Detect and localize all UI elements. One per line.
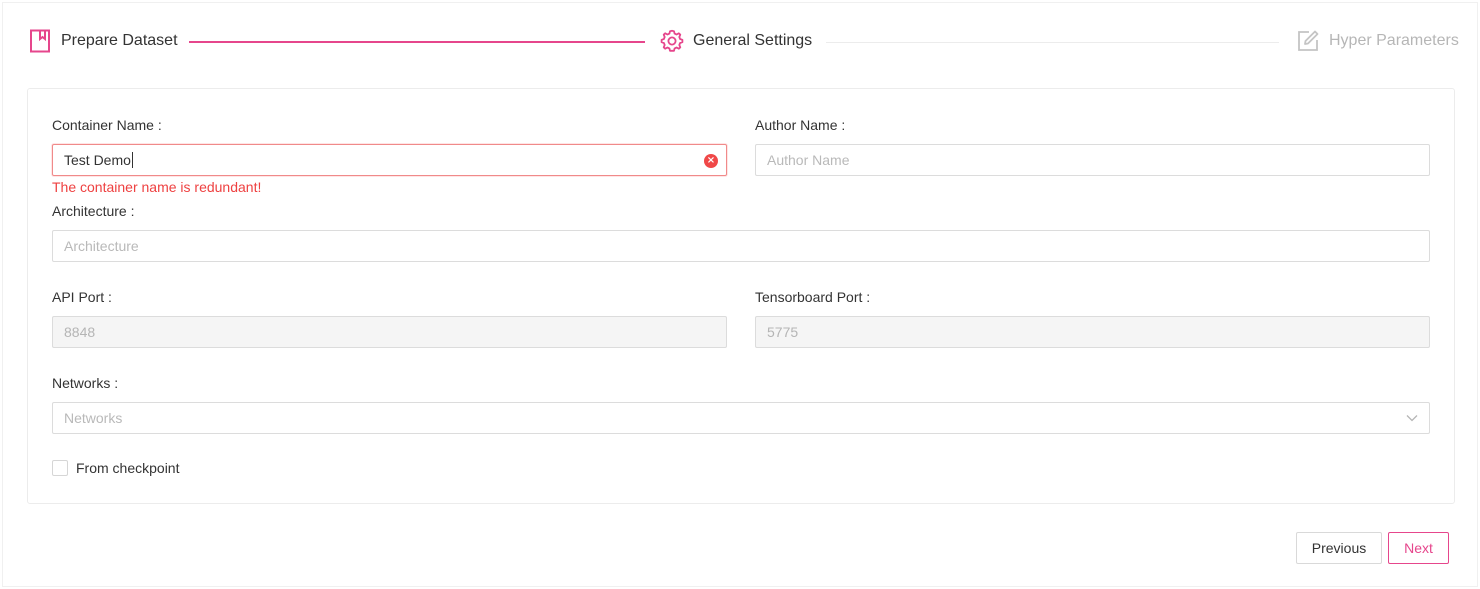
step-label: Prepare Dataset (61, 32, 178, 49)
container-name-value: Test Demo (64, 152, 131, 168)
edit-icon (1296, 29, 1320, 53)
step-general-settings[interactable]: General Settings (660, 26, 812, 56)
from-checkpoint-label: From checkpoint (76, 460, 180, 476)
architecture-label: Architecture : (52, 203, 135, 219)
bookmark-icon (28, 29, 52, 53)
tensorboard-port-value: 5775 (767, 324, 799, 340)
api-port-label: API Port : (52, 289, 112, 305)
step-connector-todo (826, 42, 1279, 43)
networks-select[interactable]: Networks (52, 402, 1430, 434)
gear-icon (660, 29, 684, 53)
author-name-label: Author Name : (755, 117, 846, 133)
chevron-down-icon (1406, 415, 1418, 422)
step-label: Hyper Parameters (1329, 32, 1459, 49)
step-connector-done (189, 41, 645, 43)
container-name-error: The container name is redundant! (52, 179, 262, 195)
step-prepare-dataset[interactable]: Prepare Dataset (28, 26, 178, 56)
previous-button[interactable]: Previous (1296, 532, 1382, 564)
from-checkpoint-checkbox[interactable] (52, 460, 68, 476)
architecture-input[interactable]: Architecture (52, 230, 1430, 262)
step-hyper-parameters[interactable]: Hyper Parameters (1296, 26, 1459, 56)
architecture-placeholder: Architecture (64, 238, 139, 254)
from-checkpoint-option[interactable]: From checkpoint (52, 460, 179, 476)
text-caret (131, 152, 133, 168)
networks-placeholder: Networks (64, 410, 123, 426)
api-port-value: 8848 (64, 324, 96, 340)
tensorboard-port-label: Tensorboard Port : (755, 289, 871, 305)
container-name-input[interactable]: Test Demo × (52, 144, 727, 176)
tensorboard-port-input: 5775 (755, 316, 1430, 348)
settings-form-card: Container Name : Test Demo × The contain… (27, 88, 1455, 504)
api-port-input: 8848 (52, 316, 727, 348)
networks-label: Networks : (52, 375, 119, 391)
author-name-placeholder: Author Name (767, 152, 850, 168)
clear-input-icon[interactable]: × (704, 154, 718, 168)
next-button[interactable]: Next (1388, 532, 1449, 564)
step-label: General Settings (693, 32, 813, 49)
author-name-input[interactable]: Author Name (755, 144, 1430, 176)
steps-bar: Prepare Dataset General Settings Hyper P… (0, 0, 1480, 84)
container-name-label: Container Name : (52, 117, 162, 133)
